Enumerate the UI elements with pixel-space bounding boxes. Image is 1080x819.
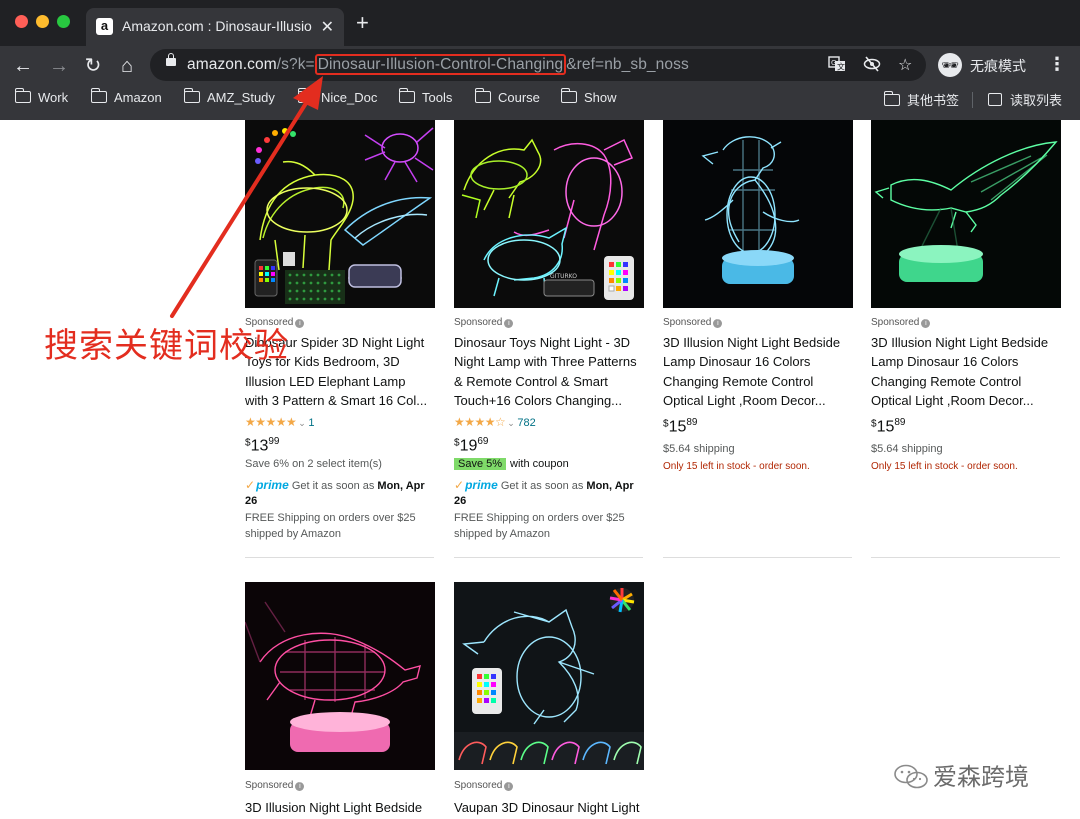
- watermark-text: 爱森跨境: [933, 764, 1029, 791]
- annotation-text: 搜索关键词校验: [44, 327, 289, 365]
- annotation-arrow: [170, 76, 323, 318]
- watermark: 爱森跨境: [893, 757, 1029, 792]
- wechat-logo-icon: [894, 764, 928, 789]
